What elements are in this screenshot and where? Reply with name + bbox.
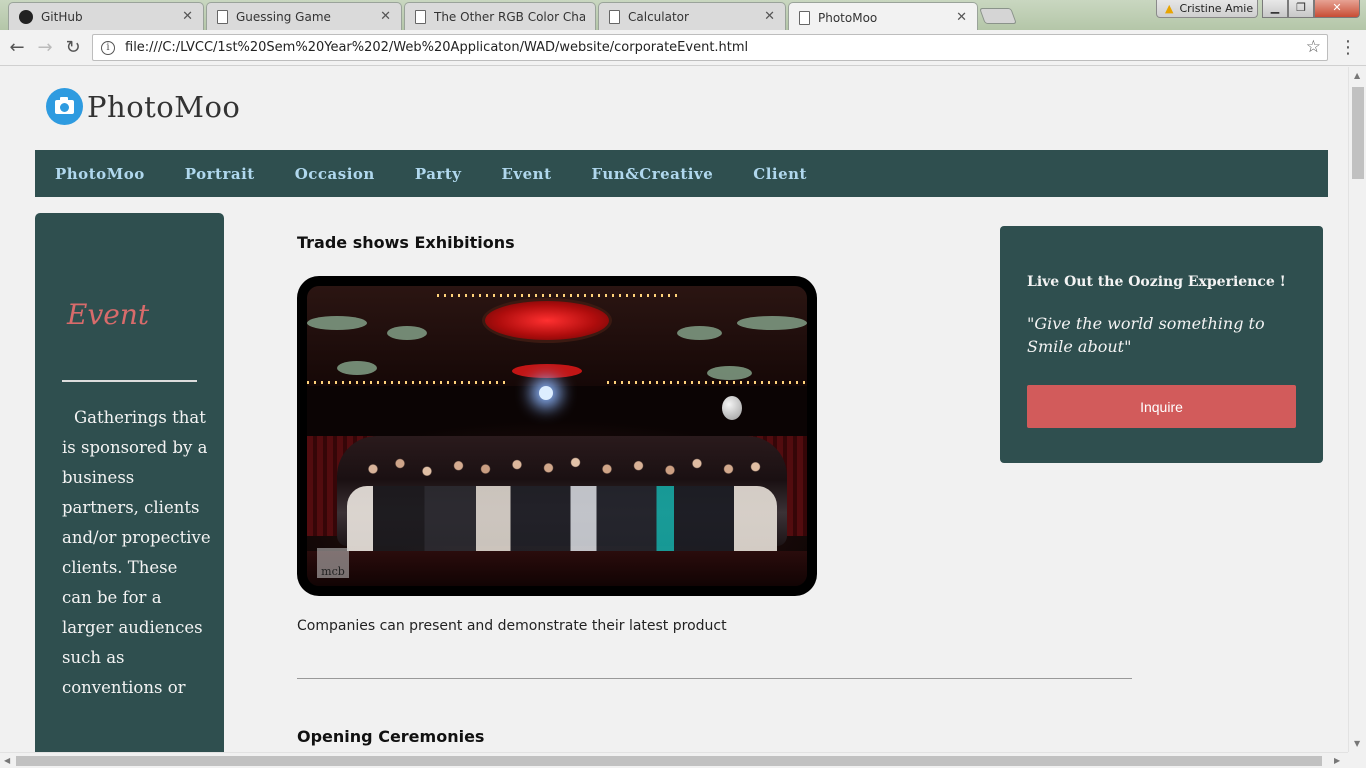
browser-toolbar: ← → ↻ i file:///C:/LVCC/1st%20Sem%20Year… <box>0 30 1366 66</box>
close-icon[interactable]: ✕ <box>764 9 775 24</box>
warning-icon: ▲ <box>1165 2 1174 15</box>
page-icon <box>415 9 426 24</box>
sidebar: Event Gatherings that is sponsored by a … <box>35 213 224 752</box>
promo-box: Live Out the Oozing Experience ! "Give t… <box>1000 226 1323 463</box>
window-controls: ▁ ❐ ✕ <box>1262 0 1360 18</box>
reload-icon[interactable]: ↻ <box>62 37 84 59</box>
url-text: file:///C:/LVCC/1st%20Sem%20Year%202/Web… <box>125 40 749 55</box>
camera-icon <box>46 88 83 125</box>
close-icon[interactable]: ✕ <box>380 9 391 24</box>
scroll-up-icon[interactable]: ▲ <box>1354 71 1360 80</box>
nav-link-party[interactable]: Party <box>415 165 462 183</box>
logo-text: PhotoMoo <box>87 89 241 124</box>
window-close-icon[interactable]: ✕ <box>1314 0 1360 18</box>
nav-link-client[interactable]: Client <box>753 165 807 183</box>
github-icon <box>19 9 33 24</box>
horizontal-scrollbar[interactable]: ◀ ▶ <box>0 752 1348 768</box>
tab-github[interactable]: GitHub ✕ <box>8 2 204 30</box>
profile-button[interactable]: ▲ Cristine Amie <box>1156 0 1258 18</box>
inquire-button[interactable]: Inquire <box>1027 385 1296 428</box>
address-bar[interactable]: i file:///C:/LVCC/1st%20Sem%20Year%202/W… <box>92 34 1328 61</box>
back-arrow-icon[interactable]: ← <box>6 37 28 59</box>
page-icon <box>609 9 620 24</box>
balloon-icon <box>722 396 742 420</box>
forward-arrow-icon[interactable]: → <box>34 37 56 59</box>
tab-photomoo[interactable]: PhotoMoo ✕ <box>788 2 978 32</box>
section-caption-trade-shows: Companies can present and demonstrate th… <box>297 618 727 634</box>
main-navigation: PhotoMoo Portrait Occasion Party Event F… <box>35 150 1328 197</box>
profile-name: Cristine Amie <box>1179 2 1254 15</box>
sidebar-description: Gatherings that is sponsored by a busine… <box>62 408 211 697</box>
close-icon[interactable]: ✕ <box>182 9 193 24</box>
vertical-scroll-thumb[interactable] <box>1352 87 1364 179</box>
browser-menu-icon[interactable]: ⋮ <box>1338 36 1358 60</box>
promo-quote: "Give the world something to Smile about… <box>1027 314 1265 356</box>
promo-title: Live Out the Oozing Experience ! <box>1027 274 1286 290</box>
nav-link-event[interactable]: Event <box>501 165 551 183</box>
nav-link-photomoo[interactable]: PhotoMoo <box>55 165 145 183</box>
scroll-down-icon[interactable]: ▼ <box>1354 739 1360 748</box>
theatre-audience-photo: mcb <box>307 286 807 586</box>
new-tab-button[interactable] <box>979 8 1017 24</box>
close-icon[interactable]: ✕ <box>956 10 967 25</box>
minimize-icon[interactable]: ▁ <box>1262 0 1288 18</box>
sidebar-divider <box>62 380 197 382</box>
page-icon <box>217 9 228 24</box>
tab-title: GitHub <box>41 9 83 24</box>
photo-watermark: mcb <box>317 548 349 578</box>
tab-title: PhotoMoo <box>818 10 878 25</box>
nav-link-fun-creative[interactable]: Fun&Creative <box>592 165 714 183</box>
tab-title: The Other RGB Color Cha <box>434 9 585 24</box>
tab-title: Guessing Game <box>236 9 331 24</box>
nav-link-occasion[interactable]: Occasion <box>295 165 375 183</box>
page-viewport: PhotoMoo PhotoMoo Portrait Occasion Part… <box>0 67 1348 752</box>
page-icon <box>799 10 810 25</box>
section-divider <box>297 678 1132 679</box>
vertical-scrollbar[interactable]: ▲ ▼ <box>1348 67 1366 752</box>
tab-title: Calculator <box>628 9 689 24</box>
tab-rgb-color-chart[interactable]: The Other RGB Color Cha <box>404 2 596 30</box>
nav-link-portrait[interactable]: Portrait <box>185 165 255 183</box>
event-photo: mcb <box>297 276 817 596</box>
restore-icon[interactable]: ❐ <box>1288 0 1314 18</box>
section-title-opening-ceremonies: Opening Ceremonies <box>297 727 485 746</box>
site-logo[interactable]: PhotoMoo <box>46 88 240 125</box>
scroll-left-icon[interactable]: ◀ <box>4 756 10 765</box>
horizontal-scroll-thumb[interactable] <box>16 756 1322 766</box>
browser-titlebar: GitHub ✕ Guessing Game ✕ The Other RGB C… <box>0 0 1366 32</box>
sidebar-heading: Event <box>67 298 150 331</box>
tab-guessing-game[interactable]: Guessing Game ✕ <box>206 2 402 30</box>
scroll-right-icon[interactable]: ▶ <box>1334 756 1340 765</box>
bookmark-star-icon[interactable]: ☆ <box>1306 37 1321 57</box>
info-icon[interactable]: i <box>101 40 115 55</box>
tab-calculator[interactable]: Calculator ✕ <box>598 2 786 30</box>
